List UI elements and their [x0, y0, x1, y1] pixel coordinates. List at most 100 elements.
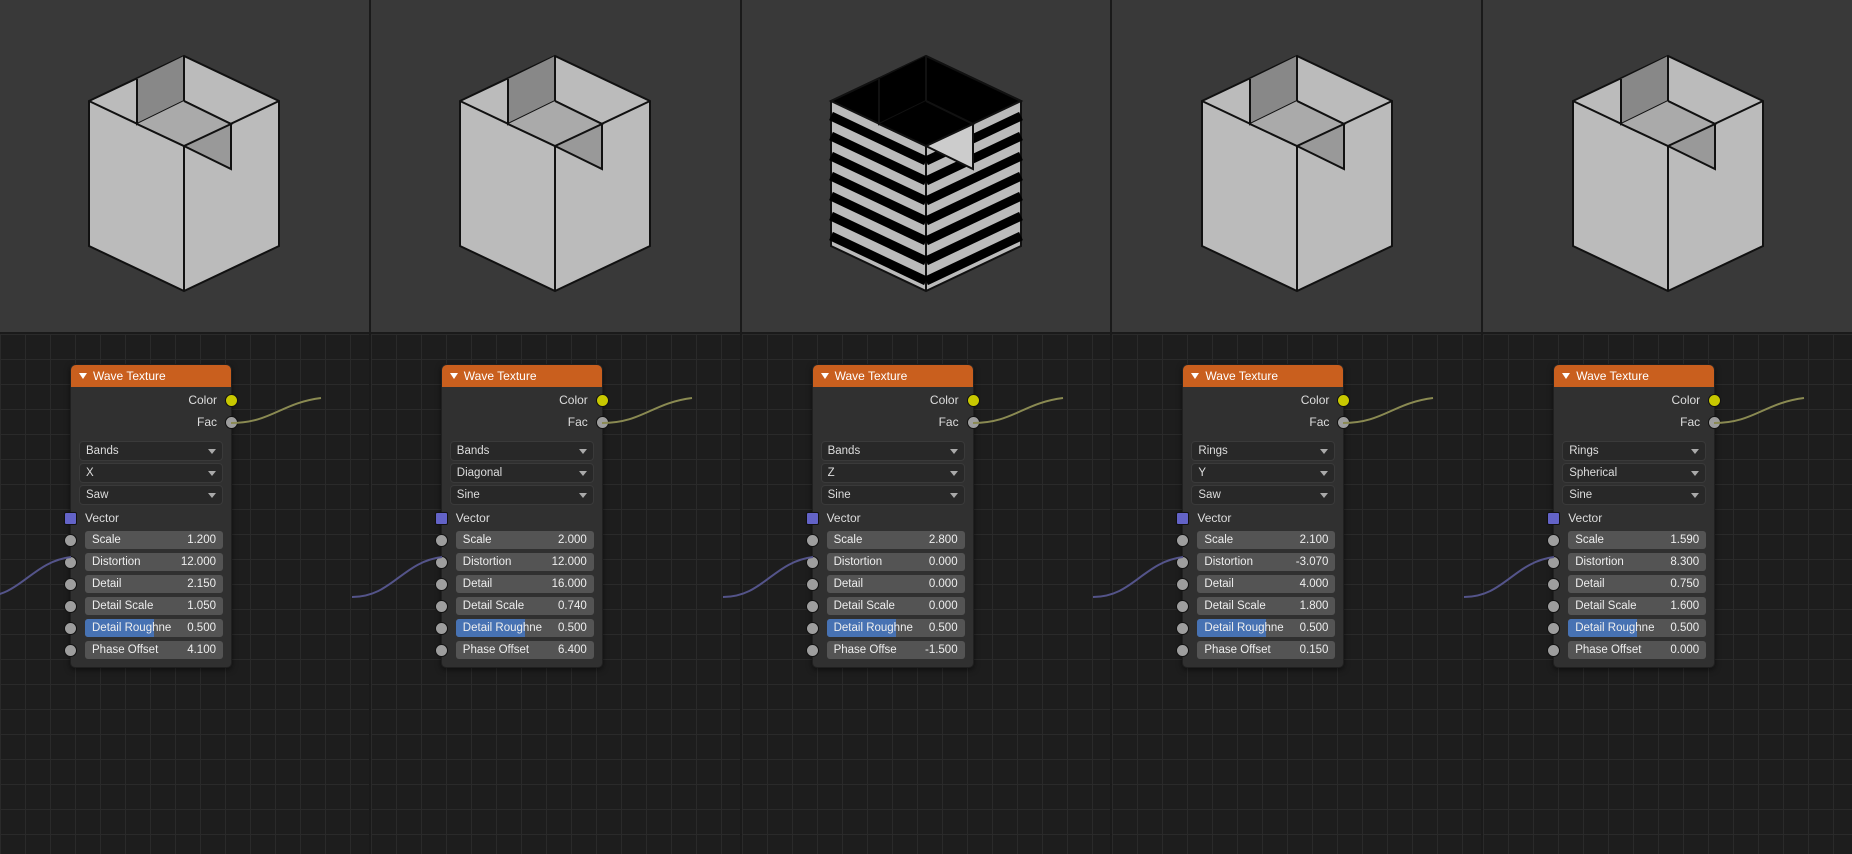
input-scale[interactable]: Scale2.800 [813, 529, 973, 551]
output-fac[interactable]: Fac [813, 411, 973, 433]
input-vector[interactable]: Vector [1183, 507, 1343, 529]
socket-detail_rough-icon[interactable] [64, 622, 77, 635]
viewport-1[interactable] [0, 0, 371, 332]
wave-texture-node[interactable]: Wave TextureColorFacRingsSphericalSineVe… [1553, 364, 1715, 668]
scale-field[interactable]: Scale1.590 [1568, 531, 1706, 549]
output-fac[interactable]: Fac [1554, 411, 1714, 433]
output-fac[interactable]: Fac [1183, 411, 1343, 433]
detail_scale-field[interactable]: Detail Scale0.000 [827, 597, 965, 615]
viewport-3[interactable] [742, 0, 1113, 332]
scale-field[interactable]: Scale1.200 [85, 531, 223, 549]
profile-select[interactable]: Saw [79, 485, 223, 505]
input-detail_rough[interactable]: Detail Roughne0.500 [71, 617, 231, 639]
distortion-field[interactable]: Distortion0.000 [827, 553, 965, 571]
input-scale[interactable]: Scale1.200 [71, 529, 231, 551]
detail_rough-field[interactable]: Detail Roughne0.500 [85, 619, 223, 637]
scale-field[interactable]: Scale2.000 [456, 531, 594, 549]
socket-color-icon[interactable] [1708, 394, 1721, 407]
socket-phase_offset-icon[interactable] [64, 644, 77, 657]
socket-color-icon[interactable] [967, 394, 980, 407]
socket-detail_rough-icon[interactable] [435, 622, 448, 635]
node-header[interactable]: Wave Texture [1554, 365, 1714, 387]
input-detail_scale[interactable]: Detail Scale1.050 [71, 595, 231, 617]
scale-field[interactable]: Scale2.100 [1197, 531, 1335, 549]
output-color[interactable]: Color [813, 389, 973, 411]
profile-select[interactable]: Sine [1562, 485, 1706, 505]
socket-scale-icon[interactable] [64, 534, 77, 547]
phase_offset-field[interactable]: Phase Offset0.150 [1197, 641, 1335, 659]
node-editor-3[interactable]: Wave TextureColorFacBandsZSineVectorScal… [742, 334, 1113, 854]
detail_scale-field[interactable]: Detail Scale1.600 [1568, 597, 1706, 615]
input-vector[interactable]: Vector [1554, 507, 1714, 529]
input-phase_offset[interactable]: Phase Offset0.150 [1183, 639, 1343, 661]
input-phase_offset[interactable]: Phase Offset6.400 [442, 639, 602, 661]
detail_scale-field[interactable]: Detail Scale0.740 [456, 597, 594, 615]
phase_offset-field[interactable]: Phase Offset6.400 [456, 641, 594, 659]
distortion-field[interactable]: Distortion12.000 [85, 553, 223, 571]
output-fac[interactable]: Fac [71, 411, 231, 433]
input-vector[interactable]: Vector [442, 507, 602, 529]
collapse-icon[interactable] [79, 373, 87, 379]
detail-field[interactable]: Detail16.000 [456, 575, 594, 593]
input-detail_scale[interactable]: Detail Scale0.000 [813, 595, 973, 617]
viewport-2[interactable] [371, 0, 742, 332]
input-distortion[interactable]: Distortion8.300 [1554, 551, 1714, 573]
socket-detail_rough-icon[interactable] [1176, 622, 1189, 635]
socket-phase_offset-icon[interactable] [1547, 644, 1560, 657]
input-detail[interactable]: Detail2.150 [71, 573, 231, 595]
socket-scale-icon[interactable] [1176, 534, 1189, 547]
socket-vector-icon[interactable] [1176, 512, 1189, 525]
input-detail_scale[interactable]: Detail Scale1.800 [1183, 595, 1343, 617]
input-distortion[interactable]: Distortion12.000 [442, 551, 602, 573]
viewport-4[interactable] [1112, 0, 1483, 332]
detail_rough-field[interactable]: Detail Roughne0.500 [456, 619, 594, 637]
output-fac[interactable]: Fac [442, 411, 602, 433]
detail_scale-field[interactable]: Detail Scale1.800 [1197, 597, 1335, 615]
direction-select[interactable]: Y [1191, 463, 1335, 483]
input-detail_scale[interactable]: Detail Scale0.740 [442, 595, 602, 617]
socket-color-icon[interactable] [596, 394, 609, 407]
detail-field[interactable]: Detail2.150 [85, 575, 223, 593]
socket-color-icon[interactable] [225, 394, 238, 407]
input-phase_offset[interactable]: Phase Offset0.000 [1554, 639, 1714, 661]
wave-texture-node[interactable]: Wave TextureColorFacBandsZSineVectorScal… [812, 364, 974, 668]
input-detail[interactable]: Detail0.000 [813, 573, 973, 595]
output-color[interactable]: Color [1554, 389, 1714, 411]
socket-vector-icon[interactable] [1547, 512, 1560, 525]
input-distortion[interactable]: Distortion-3.070 [1183, 551, 1343, 573]
input-distortion[interactable]: Distortion0.000 [813, 551, 973, 573]
direction-select[interactable]: X [79, 463, 223, 483]
socket-detail_rough-icon[interactable] [1547, 622, 1560, 635]
detail_rough-field[interactable]: Detail Roughne0.500 [1568, 619, 1706, 637]
socket-color-icon[interactable] [1337, 394, 1350, 407]
phase_offset-field[interactable]: Phase Offset4.100 [85, 641, 223, 659]
input-detail_rough[interactable]: Detail Roughne0.500 [1183, 617, 1343, 639]
collapse-icon[interactable] [450, 373, 458, 379]
node-editor-5[interactable]: Wave TextureColorFacRingsSphericalSineVe… [1483, 334, 1852, 854]
node-editor-2[interactable]: Wave TextureColorFacBandsDiagonalSineVec… [371, 334, 742, 854]
output-color[interactable]: Color [1183, 389, 1343, 411]
socket-vector-icon[interactable] [435, 512, 448, 525]
output-color[interactable]: Color [442, 389, 602, 411]
phase_offset-field[interactable]: Phase Offse-1.500 [827, 641, 965, 659]
wave-texture-node[interactable]: Wave TextureColorFacBandsDiagonalSineVec… [441, 364, 603, 668]
detail-field[interactable]: Detail0.750 [1568, 575, 1706, 593]
socket-phase_offset-icon[interactable] [806, 644, 819, 657]
output-color[interactable]: Color [71, 389, 231, 411]
distortion-field[interactable]: Distortion-3.070 [1197, 553, 1335, 571]
wave-texture-node[interactable]: Wave TextureColorFacBandsXSawVectorScale… [70, 364, 232, 668]
input-detail_rough[interactable]: Detail Roughne0.500 [442, 617, 602, 639]
collapse-icon[interactable] [1562, 373, 1570, 379]
distortion-field[interactable]: Distortion12.000 [456, 553, 594, 571]
socket-phase_offset-icon[interactable] [1176, 644, 1189, 657]
socket-scale-icon[interactable] [1547, 534, 1560, 547]
socket-vector-icon[interactable] [806, 512, 819, 525]
type-select[interactable]: Bands [821, 441, 965, 461]
socket-vector-icon[interactable] [64, 512, 77, 525]
node-editor-1[interactable]: Wave TextureColorFacBandsXSawVectorScale… [0, 334, 371, 854]
direction-select[interactable]: Diagonal [450, 463, 594, 483]
input-scale[interactable]: Scale2.100 [1183, 529, 1343, 551]
profile-select[interactable]: Saw [1191, 485, 1335, 505]
input-detail[interactable]: Detail16.000 [442, 573, 602, 595]
detail-field[interactable]: Detail4.000 [1197, 575, 1335, 593]
